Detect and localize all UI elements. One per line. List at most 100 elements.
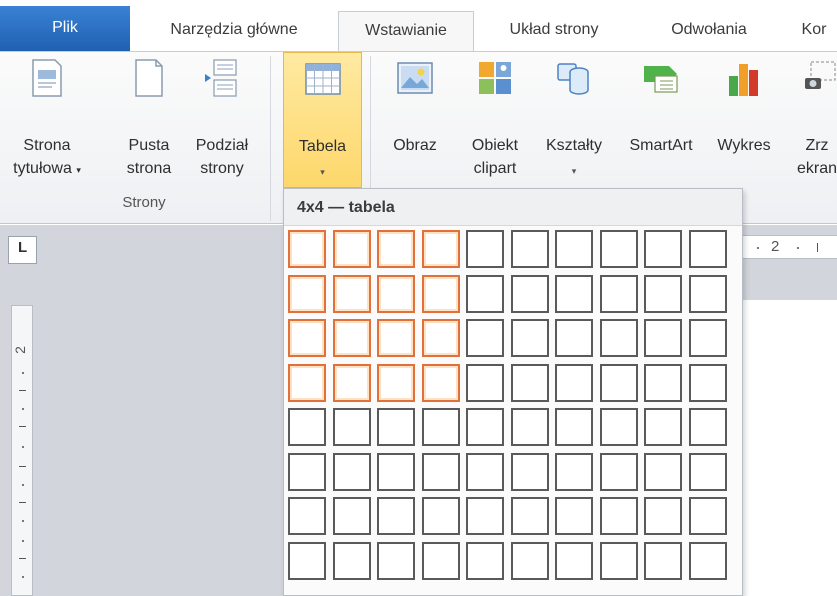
table-grid-cell[interactable] — [511, 497, 549, 535]
table-grid-cell[interactable] — [511, 542, 549, 580]
clipart-button[interactable]: Obiekt clipart — [460, 52, 530, 192]
table-grid-cell[interactable] — [377, 364, 415, 402]
table-grid-cell[interactable] — [644, 364, 682, 402]
table-grid-cell[interactable] — [466, 408, 504, 446]
table-grid-cell[interactable] — [377, 497, 415, 535]
blank-page-button[interactable]: Pusta strona — [116, 52, 182, 192]
table-grid-cell[interactable] — [333, 542, 371, 580]
table-grid-cell[interactable] — [511, 453, 549, 491]
table-grid-cell[interactable] — [555, 364, 593, 402]
table-grid-cell[interactable] — [377, 319, 415, 357]
table-grid-cell[interactable] — [600, 364, 638, 402]
smartart-button[interactable]: SmartArt — [616, 52, 706, 192]
table-grid-cell[interactable] — [689, 319, 727, 357]
table-grid-cell[interactable] — [422, 453, 460, 491]
table-grid-cell[interactable] — [333, 230, 371, 268]
table-grid-cell[interactable] — [689, 453, 727, 491]
table-grid-cell[interactable] — [288, 364, 326, 402]
table-grid-cell[interactable] — [644, 275, 682, 313]
table-grid-cell[interactable] — [689, 542, 727, 580]
table-grid-cell[interactable] — [466, 230, 504, 268]
cover-page-button[interactable]: Strona tytułowa ▾ — [8, 52, 86, 192]
table-grid-cell[interactable] — [288, 275, 326, 313]
table-grid-cell[interactable] — [600, 497, 638, 535]
table-grid-cell[interactable] — [511, 364, 549, 402]
table-grid-cell[interactable] — [600, 230, 638, 268]
table-grid-cell[interactable] — [466, 364, 504, 402]
table-grid-cell[interactable] — [555, 319, 593, 357]
table-grid-cell[interactable] — [511, 275, 549, 313]
table-grid-cell[interactable] — [466, 275, 504, 313]
table-grid-cell[interactable] — [644, 408, 682, 446]
table-grid-cell[interactable] — [466, 497, 504, 535]
table-grid-cell[interactable] — [644, 497, 682, 535]
table-grid-cell[interactable] — [689, 497, 727, 535]
table-grid-cell[interactable] — [333, 275, 371, 313]
table-grid-cell[interactable] — [555, 453, 593, 491]
table-grid-cell[interactable] — [600, 542, 638, 580]
tab-review[interactable]: Kor — [784, 11, 837, 52]
chart-button[interactable]: Wykres — [708, 52, 780, 192]
table-grid-cell[interactable] — [600, 275, 638, 313]
table-grid-cell[interactable] — [422, 497, 460, 535]
table-grid-cell[interactable] — [377, 275, 415, 313]
table-button[interactable]: Tabela ▾ — [283, 52, 362, 188]
page-break-button[interactable]: Podział strony — [186, 52, 258, 192]
table-grid-cell[interactable] — [288, 230, 326, 268]
tab-home[interactable]: Narzędzia główne — [130, 11, 338, 52]
table-grid-cell[interactable] — [600, 319, 638, 357]
tab-stop-selector[interactable]: L — [8, 236, 37, 264]
table-grid-cell[interactable] — [422, 319, 460, 357]
table-grid-cell[interactable] — [511, 408, 549, 446]
tab-insert[interactable]: Wstawianie — [338, 11, 474, 52]
table-grid-cell[interactable] — [555, 497, 593, 535]
table-grid-cell[interactable] — [422, 408, 460, 446]
table-grid-cell[interactable] — [689, 230, 727, 268]
table-grid-cell[interactable] — [288, 319, 326, 357]
table-grid-cell[interactable] — [377, 453, 415, 491]
table-grid-cell[interactable] — [377, 230, 415, 268]
table-grid-cell[interactable] — [333, 453, 371, 491]
document-page[interactable] — [743, 300, 837, 596]
table-grid-cell[interactable] — [466, 453, 504, 491]
table-grid-cell[interactable] — [333, 408, 371, 446]
table-grid-cell[interactable] — [555, 275, 593, 313]
table-grid-cell[interactable] — [333, 497, 371, 535]
table-grid-cell[interactable] — [422, 364, 460, 402]
vertical-ruler[interactable]: 2 — [11, 305, 33, 596]
table-grid-cell[interactable] — [333, 319, 371, 357]
table-grid-cell[interactable] — [644, 230, 682, 268]
table-grid-cell[interactable] — [422, 230, 460, 268]
horizontal-ruler[interactable]: 2 — [743, 235, 837, 259]
table-grid-cell[interactable] — [689, 275, 727, 313]
table-grid-cell[interactable] — [422, 275, 460, 313]
table-grid-cell[interactable] — [600, 408, 638, 446]
table-grid-cell[interactable] — [288, 408, 326, 446]
shapes-button[interactable]: Kształty ▾ — [534, 52, 614, 192]
table-grid-cell[interactable] — [644, 319, 682, 357]
table-grid-cell[interactable] — [288, 497, 326, 535]
screenshot-button[interactable]: Zrz ekran — [782, 52, 837, 192]
table-grid-cell[interactable] — [689, 408, 727, 446]
table-grid-cell[interactable] — [600, 453, 638, 491]
table-grid-cell[interactable] — [689, 364, 727, 402]
table-grid-cell[interactable] — [288, 453, 326, 491]
table-grid-cell[interactable] — [333, 364, 371, 402]
table-grid-cell[interactable] — [288, 542, 326, 580]
table-grid-cell[interactable] — [555, 230, 593, 268]
table-grid-cell[interactable] — [466, 319, 504, 357]
tab-file[interactable]: Plik — [0, 6, 130, 52]
table-grid-cell[interactable] — [511, 319, 549, 357]
table-grid-cell[interactable] — [422, 542, 460, 580]
tab-references[interactable]: Odwołania — [634, 11, 784, 52]
table-grid-cell[interactable] — [644, 542, 682, 580]
table-grid-cell[interactable] — [555, 542, 593, 580]
table-grid-cell[interactable] — [377, 408, 415, 446]
table-grid-cell[interactable] — [511, 230, 549, 268]
table-grid-cell[interactable] — [644, 453, 682, 491]
tab-page-layout[interactable]: Układ strony — [474, 11, 634, 52]
table-grid-cell[interactable] — [377, 542, 415, 580]
table-grid-cell[interactable] — [555, 408, 593, 446]
picture-button[interactable]: Obraz — [378, 52, 452, 192]
table-grid-cell[interactable] — [466, 542, 504, 580]
